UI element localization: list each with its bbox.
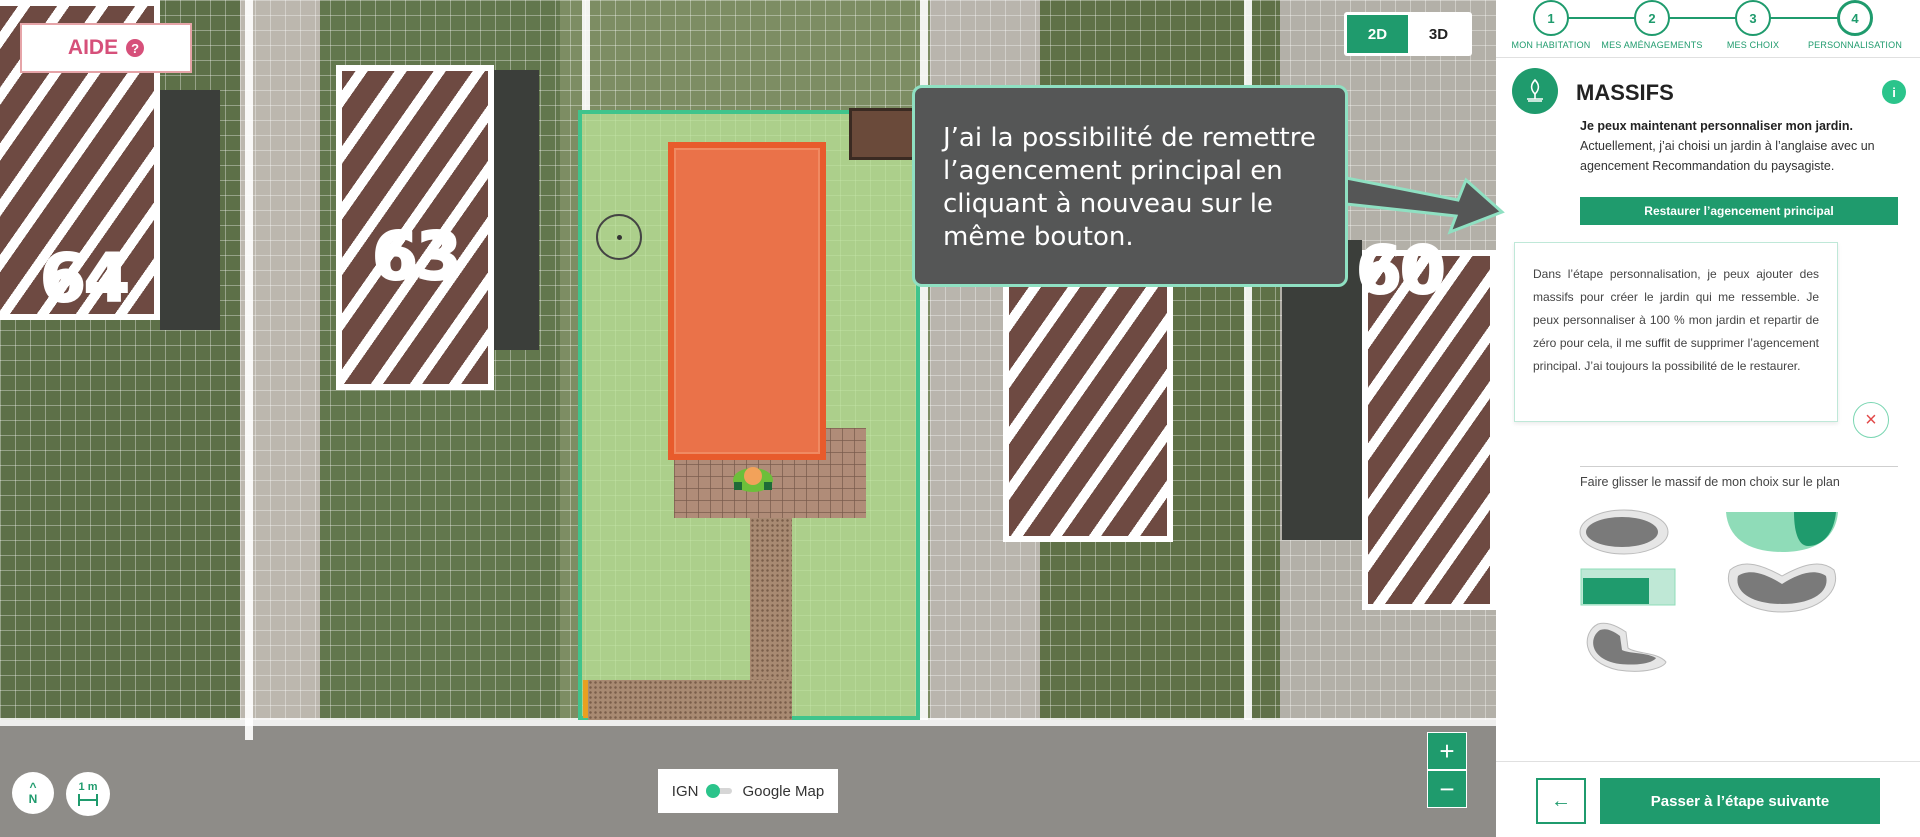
tree-placement-marker[interactable] (596, 214, 642, 260)
intro-heading: Je peux maintenant personnaliser mon jar… (1580, 119, 1853, 133)
question-circle-icon: ? (126, 39, 145, 57)
step-number: 1 (1533, 0, 1569, 36)
info-icon[interactable]: i (1882, 80, 1906, 104)
section-header: MASSIFS i (1512, 68, 1906, 118)
ruler-icon (78, 794, 98, 806)
bed-kidney[interactable] (1724, 560, 1840, 614)
swimming-pool[interactable] (668, 142, 826, 460)
plot-boundary (582, 0, 590, 110)
house-shadow (160, 90, 220, 330)
step-label: MON HABITATION (1511, 40, 1591, 50)
step-label: MES CHOIX (1726, 40, 1780, 50)
scale-label: 1 m (78, 781, 98, 793)
step-number: 2 (1634, 0, 1670, 36)
bed-crescent[interactable] (1578, 622, 1668, 674)
help-button[interactable]: AIDE ? (20, 23, 192, 73)
plot-number: 63 (371, 217, 463, 296)
step-mon-habitation[interactable]: 1 MON HABITATION (1496, 0, 1606, 50)
step-label: PERSONNALISATION (1807, 40, 1903, 50)
bed-half-moon[interactable] (1724, 508, 1840, 556)
step-personnalisation[interactable]: 4 PERSONNALISATION (1800, 0, 1910, 50)
bed-rectangle[interactable] (1580, 568, 1676, 606)
panel-footer: ← Passer à l’étape suivante (1496, 761, 1920, 837)
close-icon[interactable]: × (1853, 402, 1889, 438)
step-number: 3 (1735, 0, 1771, 36)
section-title: MASSIFS (1576, 80, 1674, 105)
help-card-text: Dans l’étape personnalisation, je peux a… (1533, 267, 1819, 373)
intro-body: Actuellement, j’ai choisi un jardin à l’… (1580, 139, 1875, 173)
compass-button[interactable]: ^ N (12, 772, 54, 814)
intro-text: Je peux maintenant personnaliser mon jar… (1580, 116, 1898, 176)
tooltip-pointer (1346, 176, 1505, 235)
step-number: 4 (1837, 0, 1873, 36)
view-3d-button[interactable]: 3D (1408, 15, 1469, 53)
person-icon (733, 467, 773, 492)
step-label: MES AMÉNAGEMENTS (1601, 40, 1703, 50)
layer-ign-label: IGN (671, 782, 699, 800)
step-mes-choix[interactable]: 3 MES CHOIX (1698, 0, 1808, 50)
back-button[interactable]: ← (1536, 778, 1586, 824)
layer-toggle-knob (706, 784, 721, 798)
map-layer-switch[interactable]: IGN Google Map (658, 769, 838, 813)
layer-google-label: Google Map (742, 782, 825, 800)
bed-oval[interactable] (1578, 508, 1670, 556)
layer-toggle[interactable] (706, 784, 733, 798)
plot-number: 64 (39, 239, 131, 318)
help-card: Dans l’étape personnalisation, je peux a… (1514, 242, 1838, 422)
restore-layout-button[interactable]: Restaurer l’agencement principal (1580, 197, 1898, 225)
tooltip-text: J’ai la possibilité de remettre l’agence… (943, 123, 1316, 252)
side-panel: 1 MON HABITATION 2 MES AMÉNAGEMENTS 3 ME… (1496, 0, 1920, 837)
plot-number: 60 (1355, 231, 1447, 310)
help-label: AIDE (67, 36, 119, 59)
guide-tooltip: J’ai la possibilité de remettre l’agence… (912, 85, 1348, 287)
plot-boundary (245, 0, 253, 740)
divider (1580, 466, 1898, 467)
view-mode-toggle[interactable]: 2D 3D (1344, 12, 1472, 56)
progress-stepper: 1 MON HABITATION 2 MES AMÉNAGEMENTS 3 ME… (1496, 0, 1920, 58)
zoom-out-button[interactable]: − (1427, 770, 1467, 808)
compass-label: N (28, 792, 38, 806)
view-2d-button[interactable]: 2D (1347, 15, 1408, 53)
house-shadow (494, 70, 539, 350)
zoom-controls: + − (1427, 732, 1467, 812)
next-step-button[interactable]: Passer à l’étape suivante (1600, 778, 1880, 824)
house-roof (1003, 272, 1173, 542)
garden-shed[interactable] (849, 108, 919, 160)
tree-icon (1512, 68, 1558, 114)
drag-hint: Faire glisser le massif de mon choix sur… (1580, 475, 1840, 489)
scale-button[interactable]: 1 m (66, 772, 110, 816)
zoom-in-button[interactable]: + (1427, 732, 1467, 770)
gravel-path[interactable] (588, 680, 792, 720)
step-mes-amenagements[interactable]: 2 MES AMÉNAGEMENTS (1597, 0, 1707, 50)
